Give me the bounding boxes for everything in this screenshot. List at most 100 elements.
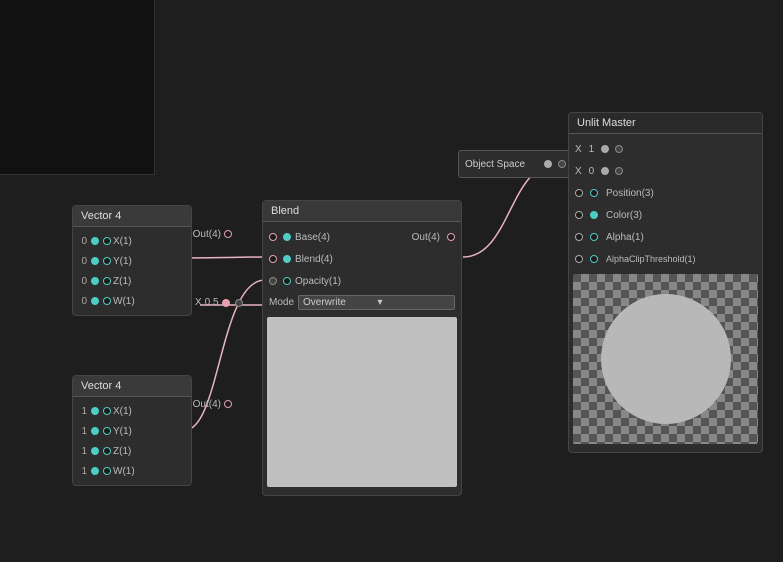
vector4-node-2-y-value: 1 <box>77 426 91 437</box>
vector4-node-1-y-socket-mid[interactable] <box>103 257 111 265</box>
blend-node-header: Blend <box>263 201 461 222</box>
unlit-color-radio[interactable] <box>590 211 598 219</box>
unlit-alpha-row: Alpha(1) <box>569 226 762 248</box>
vector4-node-1-w-value: 0 <box>77 296 91 307</box>
unlit-position-label: Position(3) <box>606 188 756 199</box>
unlit-x0-label: X <box>575 166 582 177</box>
vector4-node-1-x-socket-mid[interactable] <box>103 237 111 245</box>
vector4-node-2-x-value: 1 <box>77 406 91 417</box>
unlit-alpha-label: Alpha(1) <box>606 232 756 243</box>
object-space-label: Object Space <box>465 159 540 170</box>
vector4-node-2-z-socket-mid[interactable] <box>103 447 111 455</box>
unlit-alphaclip-row: AlphaClipThreshold(1) <box>569 248 762 270</box>
x-input-node: X 0.5 <box>195 297 243 308</box>
blend-base-label: Base(4) <box>295 232 408 243</box>
vector4-node-1-y-label: Y(1) <box>111 256 187 267</box>
vector4-node-2-row-x: 1 X(1) <box>73 401 191 421</box>
unlit-x1-value: 1 <box>589 144 595 155</box>
vector4-node-2-z-socket-in[interactable] <box>91 447 99 455</box>
vector4-node-1-w-socket-in[interactable] <box>91 297 99 305</box>
blend-mode-dropdown[interactable]: Overwrite ▾ <box>298 295 455 310</box>
vector4-node-2-title: Vector 4 <box>81 380 121 392</box>
blend-opacity-radio[interactable] <box>283 277 291 285</box>
checker-circle <box>601 294 731 424</box>
blend-base-radio[interactable] <box>283 233 291 241</box>
vector4-node-1-y-socket-in[interactable] <box>91 257 99 265</box>
unlit-alpha-radio[interactable] <box>590 233 598 241</box>
vector4-node-2-x-socket-mid[interactable] <box>103 407 111 415</box>
vector4-node-1-x-label: X(1) <box>111 236 187 247</box>
blend-blend-radio[interactable] <box>283 255 291 263</box>
vector4-node-2-row-z: 1 Z(1) <box>73 441 191 461</box>
unlit-color-row: Color(3) <box>569 204 762 226</box>
vector4-node-1: Vector 4 0 X(1) Out(4) 0 Y(1) <box>72 205 192 316</box>
vector4-node-2-y-label: Y(1) <box>111 426 187 437</box>
vector4-node-2-z-label: Z(1) <box>111 446 187 457</box>
vector4-node-2-out-row: Out(4) <box>189 394 236 414</box>
vector4-node-2-w-label: W(1) <box>111 466 187 477</box>
unlit-x1-socket-in[interactable] <box>601 145 609 153</box>
vector4-node-1-x-value: 0 <box>77 236 91 247</box>
vector4-node-1-title: Vector 4 <box>81 210 121 222</box>
blend-out-socket[interactable] <box>447 233 455 241</box>
blend-blend-label: Blend(4) <box>295 254 455 265</box>
vector4-node-1-row-y: 0 Y(1) <box>73 251 191 271</box>
vector4-node-1-z-label: Z(1) <box>111 276 187 287</box>
vector4-node-2-w-socket-in[interactable] <box>91 467 99 475</box>
unlit-master-body: X 1 X 0 Position(3) Co <box>569 134 762 452</box>
canvas: Vector 4 0 X(1) Out(4) 0 Y(1) <box>0 0 783 562</box>
x-input-socket-left[interactable] <box>222 299 230 307</box>
vector4-node-1-out-socket[interactable] <box>224 230 232 238</box>
vector4-node-2: Vector 4 1 X(1) Out(4) 1 Y(1) <box>72 375 192 486</box>
vector4-node-2-w-socket-mid[interactable] <box>103 467 111 475</box>
blend-base-row: Base(4) Out(4) <box>263 226 461 248</box>
vector4-node-2-out-socket[interactable] <box>224 400 232 408</box>
unlit-position-socket[interactable] <box>575 189 583 197</box>
vector4-node-2-y-socket-mid[interactable] <box>103 427 111 435</box>
blend-node: Blend Base(4) Out(4) Blend(4) Opacity(1 <box>262 200 462 496</box>
vector4-node-1-z-socket-mid[interactable] <box>103 277 111 285</box>
vector4-node-2-x-label: X(1) <box>111 406 187 417</box>
blend-mode-label: Mode <box>269 297 294 308</box>
blend-node-body: Base(4) Out(4) Blend(4) Opacity(1) Mode … <box>263 222 461 495</box>
unlit-master-node: Unlit Master X 1 X 0 Position(3) <box>568 112 763 453</box>
vector4-node-1-w-socket-mid[interactable] <box>103 297 111 305</box>
vector4-node-2-w-value: 1 <box>77 466 91 477</box>
unlit-x1-label: X <box>575 144 582 155</box>
unlit-alphaclip-socket[interactable] <box>575 255 583 263</box>
unlit-alpha-socket[interactable] <box>575 233 583 241</box>
x-input-label: X <box>195 297 202 308</box>
unlit-checker-preview <box>573 274 758 444</box>
unlit-x1-socket-out[interactable] <box>615 145 623 153</box>
unlit-alphaclip-radio[interactable] <box>590 255 598 263</box>
vector4-node-2-row-y: 1 Y(1) <box>73 421 191 441</box>
object-space-socket-left[interactable] <box>544 160 552 168</box>
vector4-node-2-row-w: 1 W(1) <box>73 461 191 481</box>
vector4-node-2-z-value: 1 <box>77 446 91 457</box>
blend-blend-socket-in[interactable] <box>269 255 277 263</box>
vector4-node-2-x-socket-in[interactable] <box>91 407 99 415</box>
top-left-panel <box>0 0 155 175</box>
blend-opacity-socket-in[interactable] <box>269 277 277 285</box>
vector4-node-1-z-socket-in[interactable] <box>91 277 99 285</box>
vector4-node-1-body: 0 X(1) Out(4) 0 Y(1) 0 <box>73 227 191 315</box>
blend-base-socket-in[interactable] <box>269 233 277 241</box>
vector4-node-2-y-socket-in[interactable] <box>91 427 99 435</box>
object-space-node[interactable]: Object Space <box>458 150 573 178</box>
unlit-x0-socket-out[interactable] <box>615 167 623 175</box>
blend-opacity-row: Opacity(1) <box>263 270 461 292</box>
unlit-position-radio[interactable] <box>590 189 598 197</box>
unlit-color-socket[interactable] <box>575 211 583 219</box>
x-input-value: 0.5 <box>205 297 219 308</box>
vector4-node-1-x-socket-in[interactable] <box>91 237 99 245</box>
unlit-x0-socket-in[interactable] <box>601 167 609 175</box>
blend-node-title: Blend <box>271 205 299 217</box>
x-input-socket-right[interactable] <box>235 299 243 307</box>
blend-opacity-label: Opacity(1) <box>295 276 455 287</box>
object-space-socket-right[interactable] <box>558 160 566 168</box>
blend-preview <box>267 317 457 487</box>
vector4-node-1-row-x: 0 X(1) <box>73 231 191 251</box>
blend-mode-value: Overwrite <box>303 297 376 308</box>
blend-out-label: Out(4) <box>412 232 440 243</box>
vector4-node-1-out-row: Out(4) <box>189 224 236 244</box>
